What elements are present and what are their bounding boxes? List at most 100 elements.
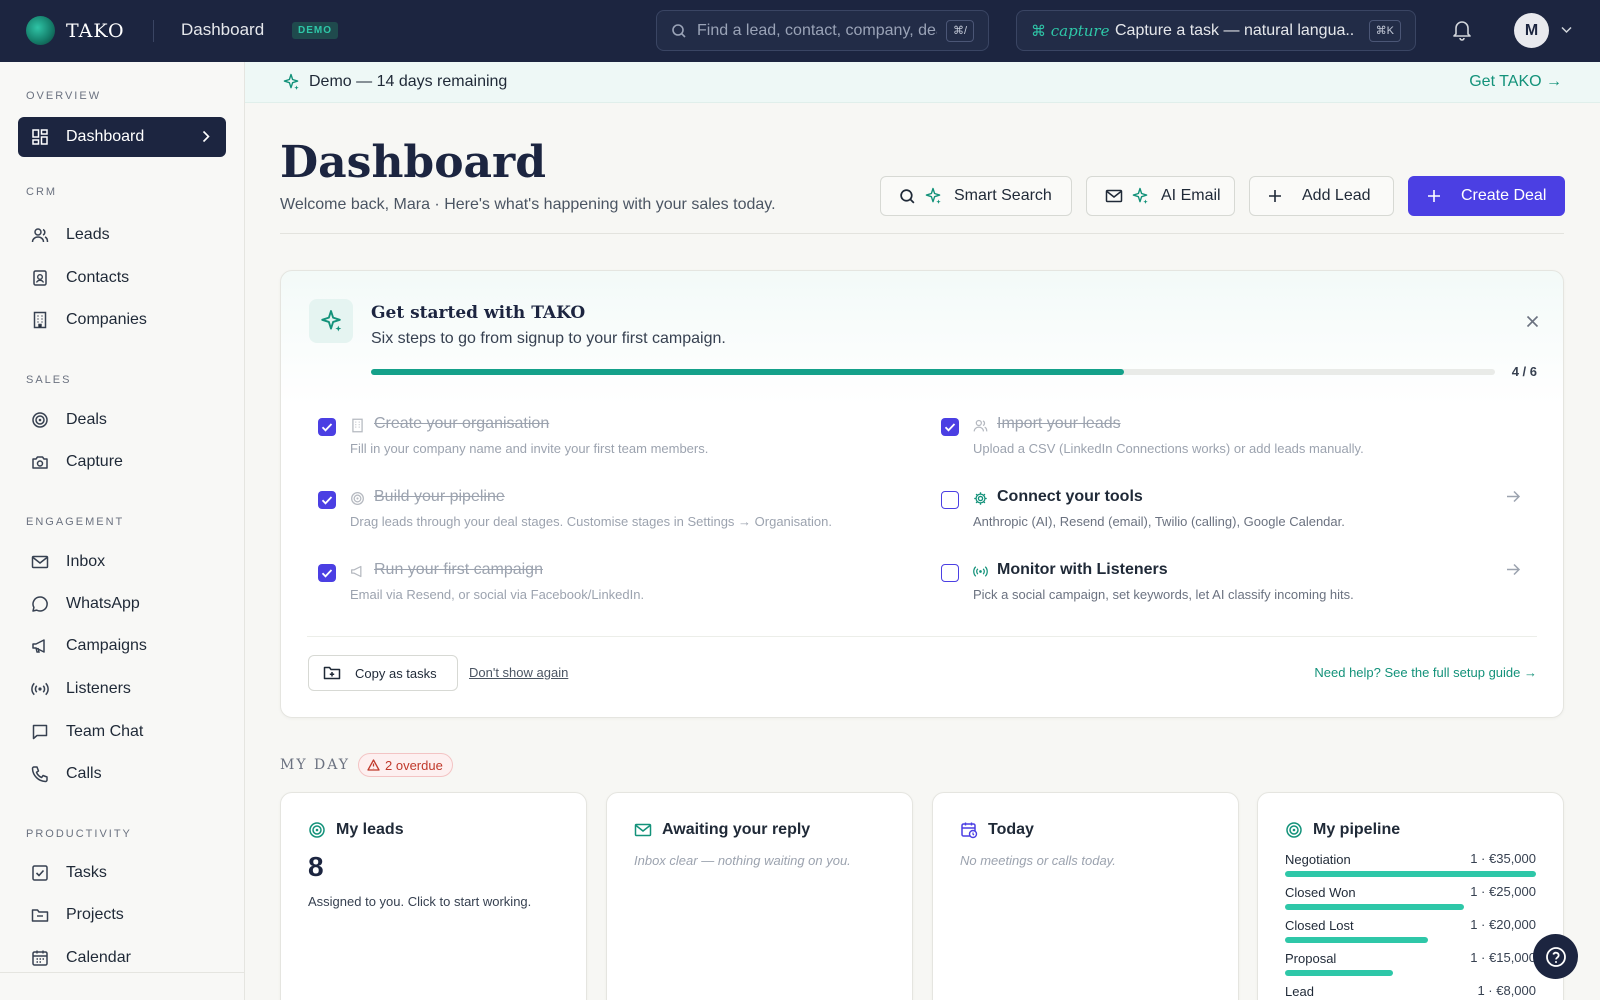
my-pipeline-card[interactable]: My pipeline Negotiation 1 · €35,000 Clos… — [1257, 792, 1564, 1000]
step-build-pipeline[interactable]: Build your pipeline Drag leads through y… — [318, 488, 898, 544]
checkbox-checked[interactable] — [318, 418, 336, 436]
capture-tag: ⌘ capture — [1031, 22, 1110, 40]
card-title: My leads — [336, 821, 404, 838]
step-monitor-listeners[interactable]: Monitor with Listeners Pick a social cam… — [941, 561, 1521, 617]
sidebar-item-calls[interactable]: Calls — [18, 754, 226, 794]
sidebar-item-inbox[interactable]: Inbox — [18, 542, 226, 582]
check-icon — [321, 569, 333, 578]
step-description: Anthropic (AI), Resend (email), Twilio (… — [973, 514, 1345, 529]
step-title: Import your leads — [997, 415, 1121, 432]
sidebar-item-contacts[interactable]: Contacts — [18, 258, 226, 298]
page-title: Dashboard — [280, 137, 546, 188]
target-icon — [32, 412, 48, 428]
step-description: Upload a CSV (LinkedIn Connections works… — [973, 441, 1364, 456]
sidebar-item-label: Leads — [66, 226, 110, 243]
grid-icon — [32, 129, 48, 145]
stage-value: 1 · €35,000 — [1470, 851, 1536, 866]
topbar-title: Dashboard — [181, 20, 265, 39]
sidebar-item-leads[interactable]: Leads — [18, 215, 226, 255]
card-title: Awaiting your reply — [662, 821, 811, 838]
checkbox-checked[interactable] — [941, 418, 959, 436]
setup-progress-bar — [371, 369, 1495, 375]
pipeline-row[interactable]: Lead 1 · €8,000 — [1285, 983, 1536, 1000]
getting-started-card: Get started with TAKO Six steps to go fr… — [280, 270, 1564, 718]
sidebar-section-engagement: ENGAGEMENT — [26, 516, 125, 528]
sidebar-item-team-chat[interactable]: Team Chat — [18, 712, 226, 752]
chevron-down-icon[interactable] — [1561, 26, 1572, 34]
sparkle-badge — [309, 299, 353, 343]
banner-text: Demo — 14 days remaining — [309, 73, 508, 90]
setup-guide-link[interactable]: Need help? See the full setup guide → — [1314, 665, 1537, 680]
pipeline-row[interactable]: Negotiation 1 · €35,000 — [1285, 851, 1536, 877]
capture-input[interactable]: ⌘ capture Capture a task — natural langu… — [1016, 10, 1416, 51]
arrow-right-icon[interactable] — [1506, 490, 1521, 503]
global-search[interactable]: ⌘/ — [656, 10, 989, 51]
plus-icon — [1269, 190, 1281, 202]
sidebar-item-label: Companies — [66, 311, 147, 328]
pipeline-row[interactable]: Proposal 1 · €15,000 — [1285, 950, 1536, 976]
card-header: My pipeline — [1285, 821, 1400, 839]
broadcast-icon — [31, 682, 49, 696]
building-icon — [33, 311, 47, 329]
pipeline-row[interactable]: Closed Lost 1 · €20,000 — [1285, 917, 1536, 943]
stage-bar — [1285, 937, 1429, 943]
awaiting-reply-card[interactable]: Awaiting your reply Inbox clear — nothin… — [606, 792, 913, 1000]
divider — [280, 233, 1564, 234]
sidebar-item-projects[interactable]: Projects — [18, 895, 226, 935]
sidebar-item-label: Capture — [66, 453, 123, 470]
add-lead-button[interactable]: Add Lead — [1249, 176, 1394, 216]
close-icon[interactable] — [1526, 315, 1539, 328]
checkbox-unchecked[interactable] — [941, 564, 959, 582]
ai-email-button[interactable]: AI Email — [1086, 176, 1235, 216]
sidebar-item-label: Tasks — [66, 864, 107, 881]
sidebar-item-dashboard[interactable]: Dashboard — [18, 117, 226, 157]
sidebar-item-label: Calendar — [66, 949, 131, 966]
phone-icon — [31, 766, 48, 783]
getting-started-subtitle: Six steps to go from signup to your firs… — [371, 330, 726, 347]
sidebar-item-label: Dashboard — [66, 128, 145, 145]
sidebar-item-companies[interactable]: Companies — [18, 300, 226, 340]
stage-value: 1 · €20,000 — [1470, 917, 1536, 932]
stage-value: 1 · €15,000 — [1470, 950, 1536, 965]
search-input[interactable] — [697, 21, 937, 40]
check-icon — [944, 423, 956, 432]
stage-name: Closed Lost — [1285, 918, 1354, 933]
checkbox-unchecked[interactable] — [941, 491, 959, 509]
my-leads-card[interactable]: My leads 8 Assigned to you. Click to sta… — [280, 792, 587, 1000]
step-run-campaign[interactable]: Run your first campaign Email via Resend… — [318, 561, 898, 617]
copy-as-tasks-button[interactable]: Copy as tasks — [308, 655, 458, 691]
stage-bar — [1285, 970, 1393, 976]
bell-icon[interactable] — [1452, 19, 1472, 41]
plus-icon — [1428, 190, 1440, 202]
avatar[interactable]: M — [1514, 13, 1549, 48]
sidebar-item-label: Listeners — [66, 680, 131, 697]
button-label: Copy as tasks — [355, 665, 437, 681]
step-connect-tools[interactable]: Connect your tools Anthropic (AI), Resen… — [941, 488, 1521, 544]
sidebar-item-tasks[interactable]: Tasks — [18, 853, 226, 893]
arrow-right-icon[interactable] — [1506, 563, 1521, 576]
tako-logo[interactable]: TAKO — [26, 16, 125, 45]
calendar-icon — [32, 950, 48, 966]
step-create-organisation[interactable]: Create your organisation Fill in your co… — [318, 415, 898, 471]
get-tako-link[interactable]: Get TAKO → — [1469, 73, 1562, 91]
capture-shortcut: ⌘K — [1368, 20, 1401, 42]
sidebar-item-campaigns[interactable]: Campaigns — [18, 626, 226, 666]
step-import-leads[interactable]: Import your leads Upload a CSV (LinkedIn… — [941, 415, 1521, 471]
sidebar-section-sales: SALES — [26, 374, 72, 386]
dont-show-again-link[interactable]: Don't show again — [469, 665, 568, 680]
help-button[interactable] — [1533, 934, 1578, 979]
sidebar-item-deals[interactable]: Deals — [18, 400, 226, 440]
today-card[interactable]: Today No meetings or calls today. — [932, 792, 1239, 1000]
pipeline-row[interactable]: Closed Won 1 · €25,000 — [1285, 884, 1536, 910]
sidebar-item-label: Inbox — [66, 553, 106, 570]
smart-search-button[interactable]: Smart Search — [880, 176, 1072, 216]
sidebar-item-label: Campaigns — [66, 637, 147, 654]
sidebar-item-listeners[interactable]: Listeners — [18, 669, 226, 709]
sidebar-item-capture[interactable]: Capture — [18, 442, 226, 482]
sidebar-item-whatsapp[interactable]: WhatsApp — [18, 584, 226, 624]
stage-name: Lead — [1285, 984, 1314, 999]
overdue-badge[interactable]: 2 overdue — [358, 753, 453, 777]
checkbox-checked[interactable] — [318, 491, 336, 509]
create-deal-button[interactable]: Create Deal — [1408, 176, 1565, 216]
checkbox-checked[interactable] — [318, 564, 336, 582]
